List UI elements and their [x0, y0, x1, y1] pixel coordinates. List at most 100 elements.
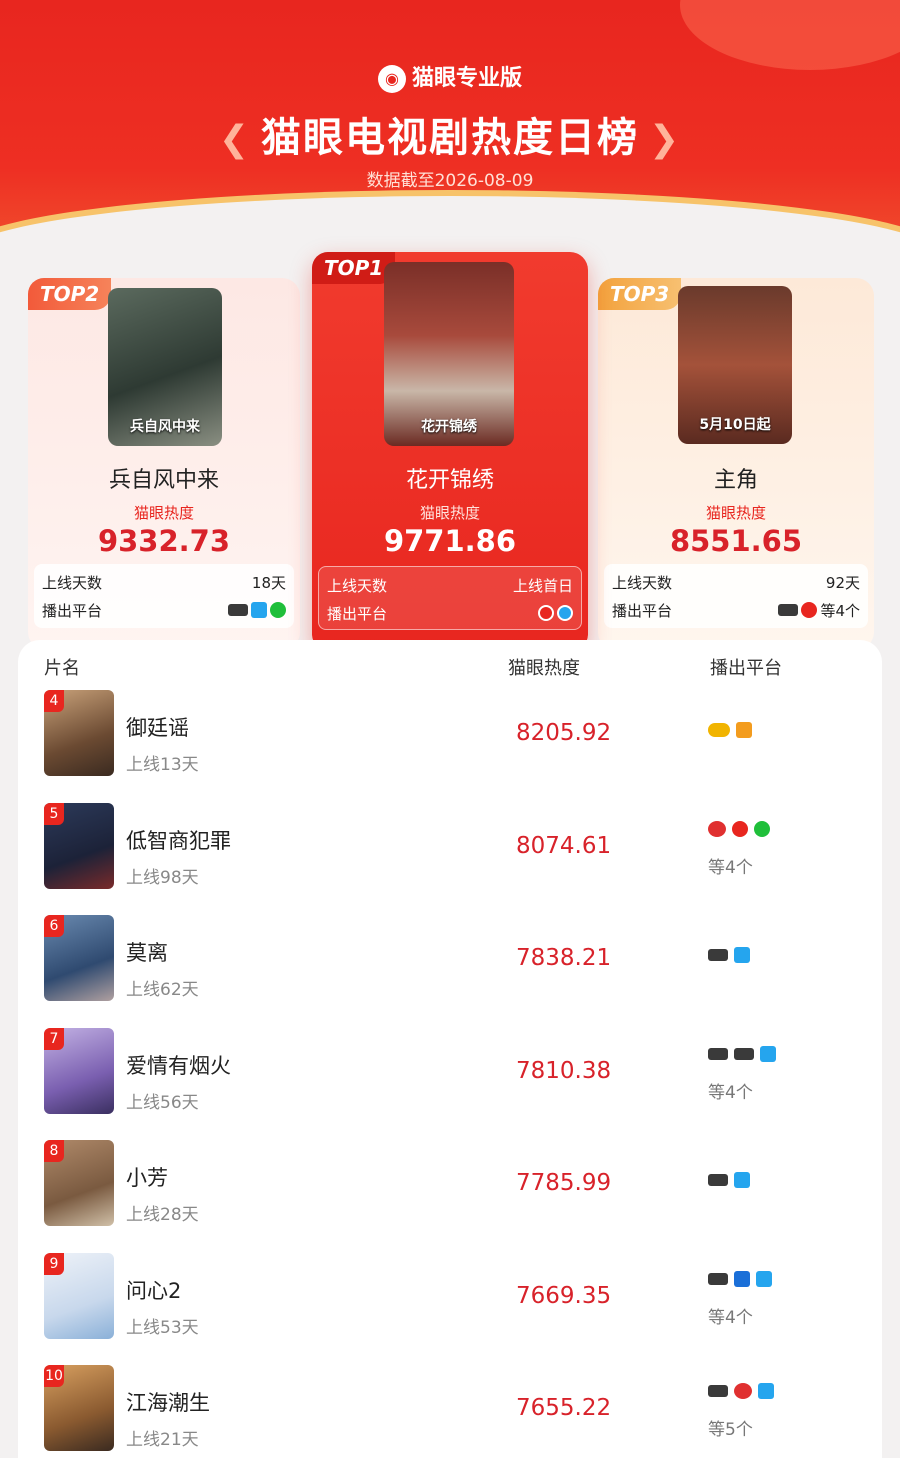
- drama-thumbnail: 8: [44, 1140, 114, 1226]
- data-date: 数据截至2026-08-09: [366, 171, 534, 191]
- page: ◉ 猫眼专业版 ❮ 猫眼电视剧热度日榜 ❯ 数据截至2026-08-09 TOP2 兵…: [0, 0, 900, 1458]
- iqiyi-icon: [754, 820, 770, 837]
- drama-name: 爱情有烟火: [126, 1053, 231, 1078]
- drama-name: 莫离: [126, 941, 168, 965]
- cctv-icon: [708, 1272, 728, 1285]
- heat-value: 9771.86: [383, 524, 517, 558]
- rank-tag: TOP1: [312, 252, 396, 284]
- brand-name: 猫眼专业版: [411, 66, 522, 91]
- top-card-1[interactable]: TOP1 花开锦绣 花开锦绣 猫眼热度 9771.86 上线天数 上线首日 播出平…: [312, 252, 588, 652]
- tencent-icon: [557, 605, 573, 621]
- rank-badge: 8: [44, 1140, 64, 1162]
- heat-label: 猫眼热度: [133, 504, 194, 522]
- drama-name: 兵自风中来: [108, 468, 219, 493]
- list-item[interactable]: 8 小芳 上线28天 7785.99: [18, 1140, 882, 1252]
- cctv-icon: [708, 1174, 728, 1186]
- cctv-icon: [708, 1385, 728, 1397]
- heat-value: 8074.61: [516, 832, 612, 859]
- heat-value: 7655.22: [516, 1395, 612, 1421]
- youku-icon: [538, 605, 554, 621]
- laurel-left-icon: ❮: [218, 119, 251, 160]
- list-item[interactable]: 6 莫离 上线62天 7838.21: [18, 915, 882, 1027]
- dragon-icon: [708, 820, 726, 837]
- zjtv-icon: [734, 1270, 750, 1287]
- platform-icons: [708, 1383, 774, 1399]
- cctv-icon: [708, 949, 728, 961]
- days-value: 18天: [251, 573, 286, 592]
- drama-thumbnail: 7: [44, 1027, 114, 1114]
- list-header: 片名 猫眼热度 播出平台: [18, 654, 882, 679]
- rank-badge: 4: [44, 690, 64, 712]
- col-name: 片名: [44, 658, 80, 679]
- drama-thumbnail: 4: [44, 690, 114, 776]
- platform-more: 等5个: [708, 1420, 753, 1440]
- youku-icon: [732, 820, 748, 837]
- heat-value: 7785.99: [516, 1170, 612, 1196]
- platform-more: 等4个: [820, 601, 860, 620]
- brand: ◉ 猫眼专业版: [0, 60, 900, 93]
- drama-name: 花开锦绣: [405, 468, 494, 493]
- platform-more: 等4个: [708, 1307, 753, 1328]
- drama-thumbnail: 9: [44, 1252, 114, 1339]
- days-online: 上线98天: [126, 867, 199, 888]
- poster-text: 5月10日起: [699, 417, 771, 433]
- list-item[interactable]: 7 爱情有烟火上线56天 7810.38 等4个: [18, 1027, 882, 1140]
- rank-tag: TOP2: [28, 278, 112, 310]
- list-item[interactable]: 10 江海潮生 上线21天 7655.22 等5个: [18, 1365, 882, 1458]
- drama-name: 低智商犯罪: [126, 828, 231, 853]
- tencent-icon: [734, 947, 750, 963]
- laurel-right-icon: ❯: [649, 119, 682, 160]
- rank-tag: TOP3: [598, 278, 682, 310]
- maoyan-logo-icon: ◉: [377, 65, 406, 93]
- info-box: 上线天数 18天 播出平台: [34, 564, 294, 628]
- platform-icons: [708, 1270, 772, 1287]
- tencent-icon: [251, 602, 267, 618]
- platform-label: 播出平台: [612, 601, 673, 620]
- rank-badge: 5: [44, 802, 64, 825]
- rank-badge: 6: [44, 915, 64, 937]
- rank-badge: 7: [44, 1027, 64, 1050]
- drama-name: 江海潮生: [126, 1391, 210, 1415]
- platform-icons: [708, 947, 750, 963]
- platform-more: 等4个: [708, 1082, 753, 1103]
- list-item[interactable]: 4 御廷谣 上线13天 8205.92: [18, 690, 882, 802]
- drama-thumbnail: 5: [44, 802, 114, 889]
- poster: 兵自风中来: [108, 288, 222, 446]
- heat-label: 猫眼热度: [419, 504, 480, 522]
- top-card-2[interactable]: TOP2 兵自风中来 兵自风中来 猫眼热度 9332.73 上线天数 18天 播出…: [28, 278, 300, 650]
- platform-label: 播出平台: [42, 601, 103, 620]
- rank-badge: 10: [44, 1365, 64, 1387]
- col-heat: 猫眼热度: [508, 658, 580, 679]
- drama-thumbnail: 10: [44, 1365, 114, 1451]
- poster: 花开锦绣: [384, 262, 514, 446]
- days-online: 上线53天: [126, 1317, 199, 1338]
- page-title: ❮ 猫眼电视剧热度日榜 ❯: [0, 105, 900, 163]
- heat-label: 猫眼热度: [705, 504, 766, 522]
- platform-icons: [708, 722, 752, 738]
- heat-value: 7810.38: [516, 1057, 612, 1084]
- drama-name: 御廷谣: [126, 716, 189, 740]
- platform-more: 等4个: [708, 857, 753, 878]
- heat-value: 8205.92: [516, 720, 612, 746]
- heat-value: 8551.65: [669, 524, 803, 558]
- rank-badge: 9: [44, 1252, 64, 1275]
- heat-value: 7669.35: [516, 1282, 612, 1309]
- page-title-text: 猫眼电视剧热度日榜: [261, 115, 639, 161]
- days-online: 上线56天: [126, 1092, 199, 1113]
- cctv-icon: [228, 604, 248, 616]
- header-banner: ◉ 猫眼专业版 ❮ 猫眼电视剧热度日榜 ❯ 数据截至2026-08-09: [0, 0, 900, 240]
- days-value: 92天: [825, 573, 860, 592]
- days-label: 上线天数: [327, 576, 388, 595]
- tencent-icon: [758, 1383, 774, 1399]
- list-item[interactable]: 9 问心2 上线53天 7669.35 等4个: [18, 1252, 882, 1365]
- list-item[interactable]: 5 低智商犯罪上线98天 8074.61 等4个: [18, 802, 882, 915]
- tencent-icon: [734, 1172, 750, 1188]
- top-card-3[interactable]: TOP3 5月10日起 主角 猫眼热度 8551.65 上线天数 92天 播出平台…: [598, 278, 874, 650]
- poster-text: 兵自风中来: [130, 419, 200, 435]
- heat-value: 9332.73: [97, 524, 231, 558]
- days-online: 上线62天: [126, 980, 199, 1000]
- decor-wave: [0, 196, 900, 240]
- iqiyi-icon: [270, 602, 286, 618]
- platform-label: 播出平台: [327, 604, 388, 623]
- days-value: 上线首日: [512, 576, 573, 595]
